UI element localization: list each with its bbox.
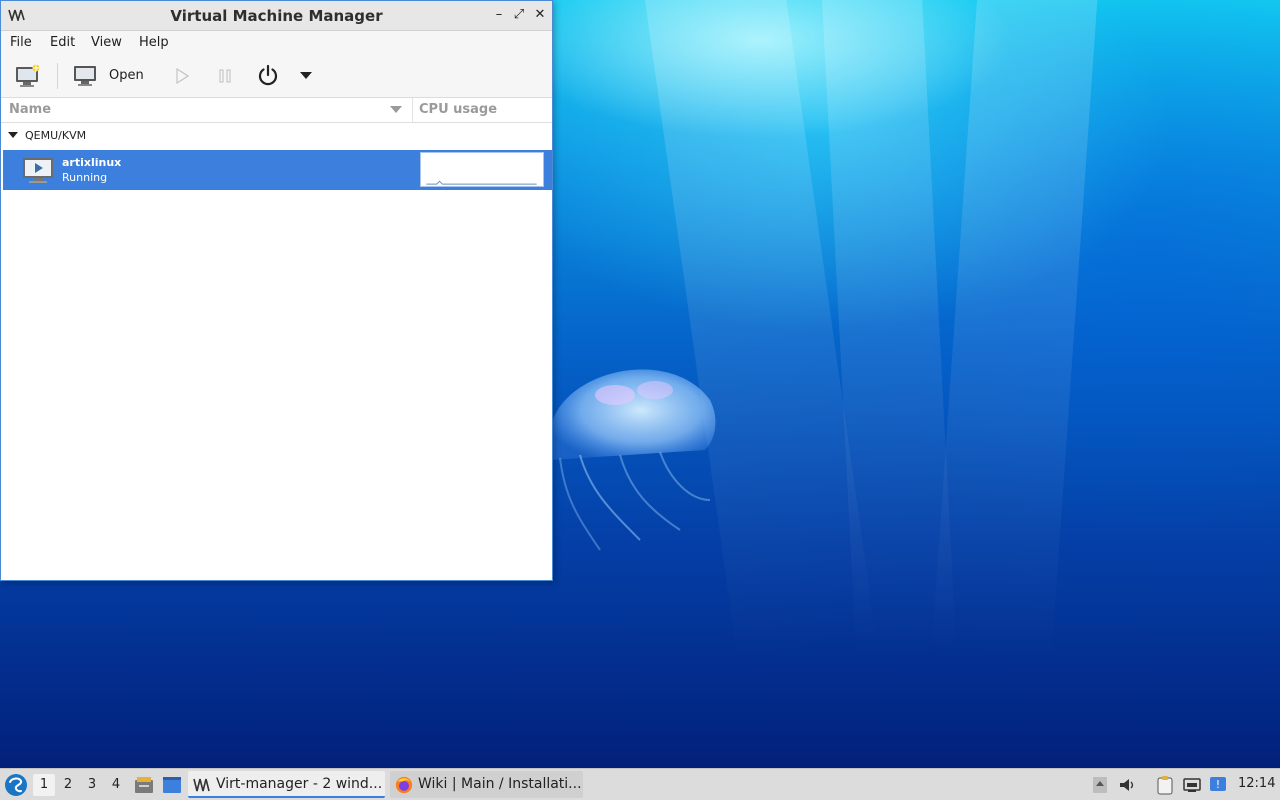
show-desktop-icon[interactable] [162, 775, 182, 795]
taskbar: 1 2 3 4 Virt-manager - 2 wind... Wiki | … [0, 768, 1280, 800]
tray-expand-icon[interactable] [1090, 775, 1110, 795]
vm-status: Running [62, 171, 108, 184]
power-icon[interactable] [256, 64, 280, 88]
expander-down-icon[interactable] [8, 132, 18, 139]
network-icon[interactable] [1182, 775, 1202, 795]
column-separator[interactable] [412, 98, 413, 122]
toolbar-separator [57, 63, 58, 89]
workspace-1[interactable]: 1 [33, 774, 55, 796]
virt-manager-icon [193, 778, 210, 792]
column-cpu-usage[interactable]: CPU usage [419, 102, 497, 117]
menu-help[interactable]: Help [139, 35, 169, 50]
workspace-3[interactable]: 3 [81, 774, 103, 796]
new-vm-icon[interactable] [15, 64, 41, 88]
connection-row-qemu-kvm[interactable]: QEMU/KVM [1, 123, 552, 149]
monitor-icon[interactable] [73, 65, 97, 87]
vm-name: artixlinux [62, 156, 122, 169]
toolbar: Open [1, 55, 552, 98]
running-vm-icon [23, 158, 53, 183]
task-virt-manager[interactable]: Virt-manager - 2 wind... [188, 771, 385, 798]
volume-icon[interactable] [1117, 775, 1137, 795]
menu-file[interactable]: File [10, 35, 32, 50]
maximize-button[interactable]: ⤢ [510, 6, 528, 24]
menu-view[interactable]: View [91, 35, 122, 50]
virt-manager-window: Virtual Machine Manager – ⤢ ✕ File Edit … [0, 0, 553, 581]
svg-text:!: ! [1216, 778, 1220, 791]
clock[interactable]: 12:14 [1238, 776, 1275, 791]
clipboard-icon[interactable] [1155, 775, 1175, 795]
window-titlebar[interactable]: Virtual Machine Manager – ⤢ ✕ [1, 1, 552, 31]
pause-icon[interactable] [218, 69, 232, 83]
column-header: Name CPU usage [1, 98, 552, 123]
task-label: Virt-manager - 2 wind... [216, 776, 383, 792]
task-firefox[interactable]: Wiki | Main / Installati... [390, 771, 583, 798]
connection-label: QEMU/KVM [25, 129, 87, 142]
vm-row-artixlinux[interactable]: artixlinux Running [3, 150, 552, 190]
open-button[interactable]: Open [109, 68, 144, 83]
menu-edit[interactable]: Edit [50, 35, 75, 50]
light-ray [931, 0, 1100, 663]
cpu-usage-graph [420, 152, 544, 187]
close-button[interactable]: ✕ [531, 6, 549, 24]
play-icon[interactable] [175, 68, 189, 84]
file-manager-icon[interactable] [134, 775, 154, 795]
menubar: File Edit View Help [1, 31, 552, 55]
minimize-button[interactable]: – [490, 6, 508, 24]
column-name[interactable]: Name [9, 102, 51, 117]
start-menu-icon[interactable] [4, 773, 28, 797]
firefox-icon [395, 776, 413, 794]
chevron-down-icon[interactable] [300, 72, 312, 80]
workspace-2[interactable]: 2 [57, 774, 79, 796]
update-notifier-icon[interactable]: ! [1208, 775, 1228, 795]
jellyfish-image [550, 369, 716, 551]
task-label: Wiki | Main / Installati... [418, 776, 582, 792]
sort-arrow-icon[interactable] [390, 106, 402, 114]
workspace-4[interactable]: 4 [105, 774, 127, 796]
window-title: Virtual Machine Manager [170, 7, 383, 25]
